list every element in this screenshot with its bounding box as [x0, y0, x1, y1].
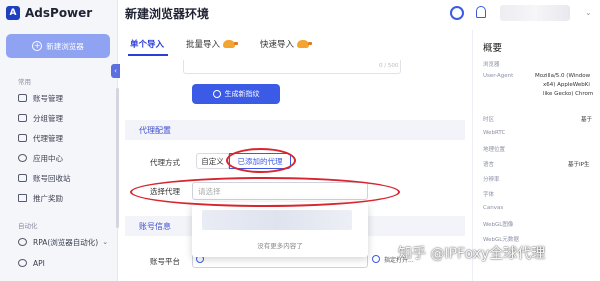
sidebar-item-label: API — [33, 258, 45, 268]
fingerprint-icon — [212, 90, 221, 98]
sidebar-item-recycle-bin[interactable]: 账号回收站 — [18, 171, 71, 185]
dropdown-empty-text: 没有更多内容了 — [257, 242, 303, 250]
annotation-ellipse-saved-proxy — [226, 148, 296, 173]
group-icon — [18, 114, 27, 122]
tab-label: 单个导入 — [130, 40, 165, 50]
sidebar: A AdsPower + 新建浏览器 常用 账号管理 分组管理 代理管理 应用中… — [0, 0, 119, 281]
sync-icon[interactable] — [450, 6, 464, 20]
sidebar-collapse-button[interactable]: ‹ — [111, 64, 120, 78]
logo-text: AdsPower — [25, 6, 93, 20]
proxy-section-header[interactable]: 代理配置 — [125, 120, 465, 140]
page-title: 新建浏览器环境 — [125, 7, 210, 21]
generate-fingerprint-label: 生成新指纹 — [224, 90, 260, 98]
duck-icon — [223, 40, 239, 48]
proxy-dropdown: 没有更多内容了 — [192, 202, 368, 257]
option-label: 自定义 — [201, 156, 224, 166]
summary-label-language: 语言 — [483, 162, 495, 168]
annotation-ellipse-select-proxy — [130, 177, 400, 207]
sidebar-item-label: 账号回收站 — [33, 173, 71, 183]
tab-quick-import[interactable]: 快速导入 — [260, 38, 313, 50]
bell-icon[interactable] — [476, 6, 486, 18]
sidebar-scrollbar[interactable] — [116, 88, 119, 228]
summary-label-geolocation: 地理位置 — [483, 147, 506, 153]
account-section-title: 账号信息 — [139, 221, 171, 231]
tab-single-import[interactable]: 单个导入 — [130, 38, 164, 50]
remark-textarea[interactable] — [183, 60, 401, 74]
folder-icon — [18, 94, 27, 102]
sidebar-item-rpa[interactable]: RPA(浏览器自动化) ⌄ — [18, 235, 108, 249]
plus-icon: + — [32, 41, 43, 51]
char-count: 0 / 500 — [379, 63, 399, 69]
proxy-mode-custom[interactable]: 自定义 — [196, 153, 229, 169]
tab-label: 批量导入 — [186, 40, 221, 50]
summary-value-user-agent-2: x64) AppleWebKi — [543, 82, 590, 88]
section-automation-label: 自动化 — [18, 222, 38, 230]
user-account-blurred[interactable] — [500, 5, 570, 21]
import-tabs: 单个导入 批量导入 快速导入 — [120, 36, 470, 56]
summary-value-user-agent-3: like Gecko) Chrom — [543, 91, 594, 97]
summary-label-canvas: Canvas — [483, 205, 504, 211]
app-center-icon — [18, 154, 27, 162]
sidebar-item-app-center[interactable]: 应用中心 — [18, 151, 63, 165]
summary-label-timezone: 时区 — [483, 117, 495, 123]
sidebar-item-api[interactable]: API — [18, 256, 45, 270]
generate-fingerprint-button[interactable]: 生成新指纹 — [192, 84, 280, 104]
proxy-section-title: 代理配置 — [139, 125, 171, 135]
sidebar-item-account-management[interactable]: 账号管理 — [18, 91, 63, 105]
duck-icon — [297, 40, 313, 48]
proxy-option-blurred[interactable] — [202, 210, 352, 230]
summary-label-resolution: 分辨率 — [483, 177, 500, 183]
summary-label-user-agent: User-Agent — [483, 73, 514, 79]
summary-label-webgl-image: WebGL图像 — [483, 222, 514, 228]
summary-value-timezone: 基于 — [581, 117, 593, 123]
trash-icon — [18, 174, 27, 182]
proxy-icon — [18, 134, 27, 142]
top-right-toolbar: ⌄ — [440, 0, 600, 28]
sidebar-item-rewards[interactable]: 推广奖励 — [18, 191, 63, 205]
proxy-mode-label: 代理方式 — [150, 158, 180, 167]
sidebar-item-label: 应用中心 — [33, 153, 63, 163]
platform-label: 账号平台 — [150, 257, 180, 266]
summary-label-fonts: 字体 — [483, 192, 495, 198]
chevron-down-icon[interactable]: ⌄ — [585, 8, 592, 17]
summary-label-browser: 浏览器 — [483, 62, 500, 68]
chevron-down-icon: ⌄ — [102, 238, 109, 246]
summary-value-language: 基于IP生 — [568, 162, 590, 168]
sidebar-item-label: RPA(浏览器自动化) — [33, 237, 99, 247]
app-logo[interactable]: A AdsPower — [6, 6, 92, 20]
rpa-icon — [18, 238, 27, 246]
sidebar-item-group-management[interactable]: 分组管理 — [18, 111, 63, 125]
api-icon — [18, 259, 27, 267]
tab-label: 快速导入 — [260, 40, 295, 50]
sidebar-item-label: 账号管理 — [33, 93, 63, 103]
gift-icon — [18, 194, 27, 202]
summary-title: 概要 — [483, 43, 503, 54]
specify-open-radio[interactable] — [372, 255, 380, 263]
sidebar-item-proxy-management[interactable]: 代理管理 — [18, 131, 63, 145]
new-browser-label: 新建浏览器 — [46, 41, 84, 51]
tab-batch-import[interactable]: 批量导入 — [186, 38, 239, 50]
active-tab-indicator — [128, 54, 168, 56]
summary-label-webgl-metadata: WebGL元数据 — [483, 237, 519, 243]
sidebar-item-label: 代理管理 — [33, 133, 63, 143]
sidebar-item-label: 分组管理 — [33, 113, 63, 123]
summary-label-webrtc: WebRTC — [483, 130, 506, 136]
new-browser-button[interactable]: + 新建浏览器 — [6, 34, 110, 58]
logo-icon: A — [6, 6, 20, 20]
sidebar-item-label: 推广奖励 — [33, 193, 63, 203]
section-common-label: 常用 — [18, 78, 31, 86]
summary-value-user-agent: Mozilla/5.0 (Window — [535, 73, 591, 79]
watermark: 知乎 @IPFoxy全球代理 — [398, 246, 546, 262]
